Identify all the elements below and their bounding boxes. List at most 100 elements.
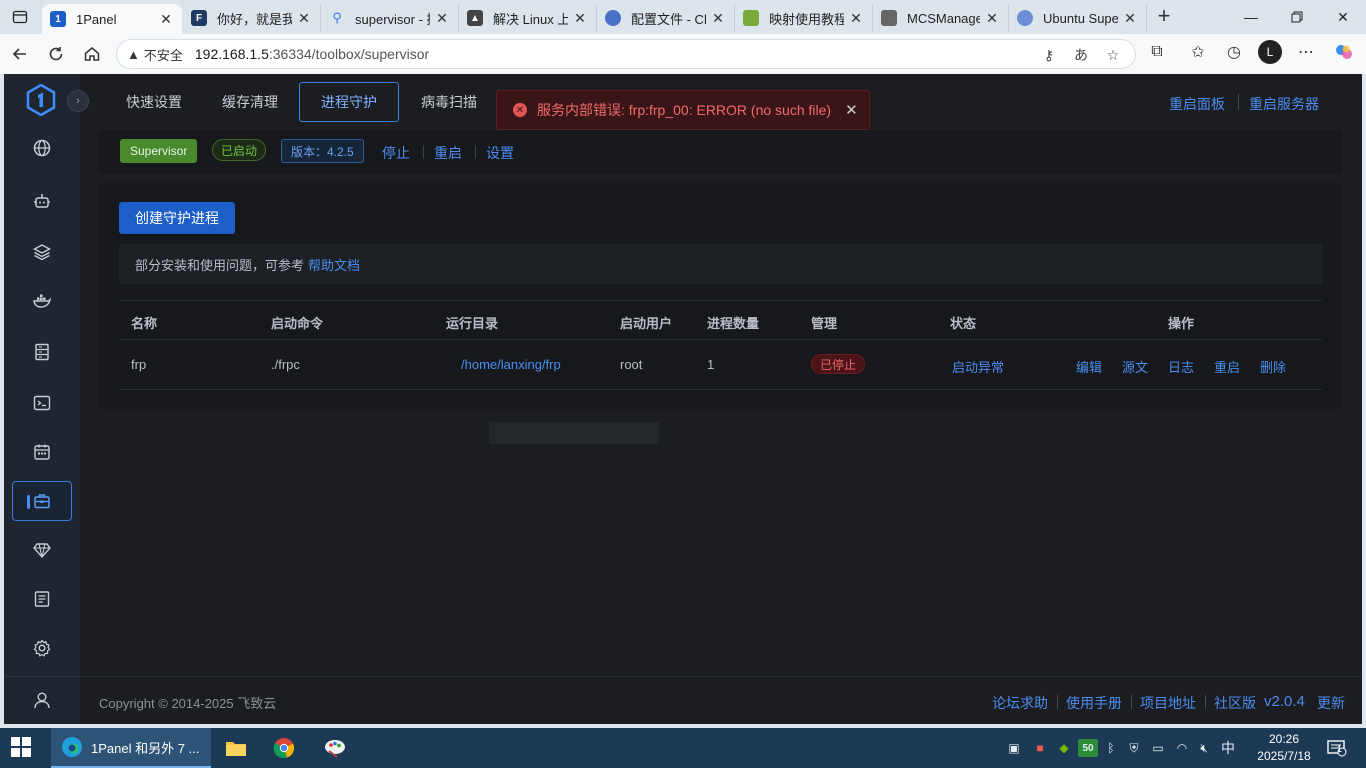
log-action[interactable]: 日志 — [1168, 357, 1194, 376]
ime-indicator[interactable]: 中 — [1219, 739, 1237, 757]
user-menu[interactable] — [12, 680, 72, 720]
tab-cache-clean[interactable]: 缓存清理 — [200, 82, 300, 122]
close-window-icon[interactable]: ✕ — [1320, 0, 1366, 34]
sidebar-item-ai[interactable] — [12, 181, 72, 221]
browser-tab-2[interactable]: F 你好，就是我问 ✕ — [183, 4, 321, 32]
sidebar-item-toolbox[interactable] — [12, 481, 72, 521]
battery-icon[interactable]: ▭ — [1149, 739, 1167, 757]
favorites-icon[interactable]: ✩ — [1186, 40, 1210, 64]
help-doc-link[interactable]: 帮助文档 — [308, 255, 360, 274]
restart-server-link[interactable]: 重启服务器 — [1249, 94, 1319, 114]
1panel-logo-icon[interactable] — [26, 83, 56, 117]
more-menu-icon[interactable]: ⋯ — [1294, 40, 1318, 64]
restore-icon[interactable] — [1274, 0, 1320, 34]
sidebar-item-xpack[interactable] — [12, 530, 72, 570]
sidebar-item-container[interactable] — [12, 281, 72, 321]
divider — [1057, 695, 1058, 709]
delete-action[interactable]: 删除 — [1260, 357, 1286, 376]
close-tab-icon[interactable]: ✕ — [572, 10, 588, 27]
process-directory-link[interactable]: /home/lanxing/frp — [461, 357, 561, 372]
restart-button[interactable]: 重启 — [434, 143, 462, 163]
history-icon[interactable]: ◷ — [1222, 40, 1246, 64]
browser-tab-8[interactable]: Ubuntu Super ✕ — [1009, 4, 1147, 32]
start-error-link[interactable]: 启动异常 — [952, 357, 1004, 376]
shield-icon[interactable]: ⛨ — [1125, 739, 1143, 757]
sidebar-item-website[interactable] — [12, 128, 72, 168]
settings-button[interactable]: 设置 — [486, 143, 514, 163]
browser-tab-4[interactable]: ▲ 解决 Linux 上的 ✕ — [459, 4, 597, 32]
tray-app-icon[interactable]: ▣ — [1005, 739, 1023, 757]
volume-muted-icon[interactable]: 🔇︎ — [1195, 739, 1213, 757]
stop-button[interactable]: 停止 — [382, 143, 410, 163]
project-link[interactable]: 项目地址 — [1140, 693, 1196, 713]
chrome-icon[interactable] — [268, 728, 300, 768]
profile-avatar-icon[interactable]: L — [1258, 40, 1282, 64]
divider — [1131, 695, 1132, 709]
process-panel: 创建守护进程 部分安装和使用问题，可参考 帮助文档 名称 启动命令 运行目录 启… — [99, 183, 1342, 409]
close-tab-icon[interactable]: ✕ — [984, 10, 1000, 27]
close-tab-icon[interactable]: ✕ — [710, 10, 726, 27]
minimize-icon[interactable]: — — [1228, 0, 1274, 34]
linux-favicon-icon: ▲ — [467, 10, 483, 26]
browser-toolbar: ▲ 不安全 192.168.1.5:36334/toolbox/supervis… — [0, 34, 1366, 74]
close-tab-icon[interactable]: ✕ — [848, 10, 864, 27]
copilot-icon[interactable] — [1332, 40, 1356, 64]
tab-actions-icon[interactable] — [8, 6, 32, 28]
divider — [1205, 695, 1206, 709]
restart-action[interactable]: 重启 — [1214, 357, 1240, 376]
tab-virus-scan[interactable]: 病毒扫描 — [399, 82, 499, 122]
tray-badge-icon[interactable]: 50 — [1078, 739, 1098, 757]
sidebar-item-settings[interactable] — [12, 628, 72, 668]
new-tab-icon[interactable]: + — [1152, 3, 1176, 28]
browser-tab-1panel[interactable]: 1 1Panel ✕ — [42, 4, 182, 34]
bluetooth-icon[interactable]: ᛒ — [1102, 739, 1120, 757]
back-icon[interactable] — [6, 40, 34, 68]
error-toast: ✕ 服务内部错误: frp:frp_00: ERROR (no such fil… — [496, 90, 870, 130]
tray-app-icon[interactable]: ■ — [1031, 739, 1049, 757]
restart-panel-link[interactable]: 重启面板 — [1169, 94, 1225, 114]
error-message: 服务内部错误: frp:frp_00: ERROR (no such file) — [537, 102, 832, 118]
collapse-sidebar-button[interactable]: › — [67, 90, 89, 112]
nvidia-icon[interactable]: ◆ — [1055, 739, 1073, 757]
sidebar-item-terminal[interactable] — [12, 383, 72, 423]
key-icon[interactable]: ⚷ — [1039, 46, 1059, 64]
paint-app-icon[interactable] — [318, 728, 352, 768]
address-bar[interactable]: ▲ 不安全 192.168.1.5:36334/toolbox/supervis… — [116, 39, 1136, 69]
diamond-icon — [33, 543, 51, 559]
favorite-star-icon[interactable]: ☆ — [1103, 46, 1123, 64]
taskbar-app-edge[interactable]: 1Panel 和另外 7 ... — [51, 728, 211, 768]
close-icon[interactable]: ✕ — [845, 101, 858, 119]
close-tab-icon[interactable]: ✕ — [296, 10, 312, 27]
forum-link[interactable]: 论坛求助 — [992, 693, 1048, 713]
clock[interactable]: 20:26 2025/7/18 — [1244, 731, 1324, 765]
close-tab-icon[interactable]: ✕ — [1122, 10, 1138, 27]
edition-link[interactable]: 社区版 — [1214, 693, 1256, 713]
sidebar-item-logs[interactable] — [12, 579, 72, 619]
create-process-button[interactable]: 创建守护进程 — [119, 202, 235, 234]
translate-icon[interactable]: あ — [1071, 46, 1091, 64]
tab-supervisor[interactable]: 进程守护 — [299, 82, 399, 122]
manual-link[interactable]: 使用手册 — [1066, 693, 1122, 713]
extensions-icon[interactable]: ⧉ — [1145, 40, 1169, 64]
close-tab-icon[interactable]: ✕ — [158, 11, 174, 28]
home-icon[interactable] — [78, 40, 106, 68]
wifi-icon[interactable]: ◠ — [1173, 739, 1191, 757]
edit-action[interactable]: 编辑 — [1076, 357, 1102, 376]
security-warning[interactable]: ▲ 不安全 — [127, 45, 183, 64]
close-tab-icon[interactable]: ✕ — [434, 10, 450, 27]
file-explorer-icon[interactable] — [220, 728, 252, 768]
update-link[interactable]: 更新 — [1317, 693, 1345, 713]
source-action[interactable]: 源文 — [1122, 357, 1148, 376]
browser-tab-6[interactable]: 映射使用教程 ✕ — [735, 4, 873, 32]
windows-start-icon[interactable] — [10, 736, 34, 760]
browser-tab-3[interactable]: ⚲ supervisor - 搜 ✕ — [321, 4, 459, 32]
sidebar-item-cronjob[interactable] — [12, 432, 72, 472]
sidebar-item-database[interactable] — [12, 332, 72, 372]
tab-quick-settings[interactable]: 快速设置 — [104, 82, 204, 122]
manage-status-badge[interactable]: 已停止 — [811, 354, 866, 374]
browser-tab-7[interactable]: MCSManager ✕ — [873, 4, 1009, 32]
refresh-icon[interactable] — [42, 40, 70, 68]
sidebar-item-apps[interactable] — [12, 232, 72, 272]
notifications-icon[interactable]: 1 — [1326, 739, 1348, 757]
browser-tab-5[interactable]: 配置文件 - Chr ✕ — [597, 4, 735, 32]
